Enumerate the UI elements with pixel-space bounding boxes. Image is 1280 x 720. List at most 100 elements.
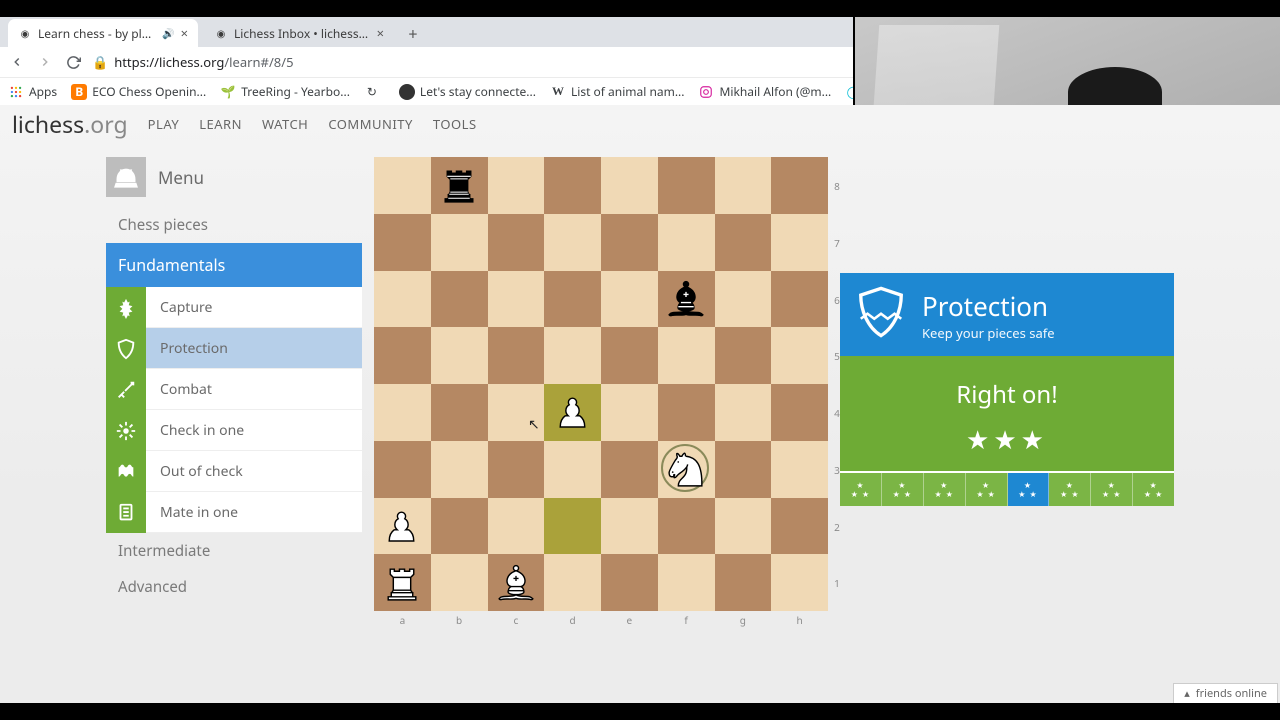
square-e3[interactable] — [601, 441, 658, 498]
nav-play[interactable]: PLAY — [148, 115, 180, 133]
square-d6[interactable] — [544, 271, 601, 328]
bookmark-item[interactable]: Let's stay connecte... — [399, 83, 536, 100]
square-e6[interactable] — [601, 271, 658, 328]
square-h2[interactable] — [771, 498, 828, 555]
progress-step-3[interactable]: ★★ ★ — [924, 473, 966, 506]
category-fundamentals[interactable]: Fundamentals — [106, 243, 362, 287]
square-d8[interactable] — [544, 157, 601, 214]
square-d3[interactable] — [544, 441, 601, 498]
square-g4[interactable] — [715, 384, 772, 441]
nav-community[interactable]: COMMUNITY — [328, 115, 413, 133]
audio-icon[interactable]: 🔊 — [162, 26, 174, 40]
progress-step-4[interactable]: ★★ ★ — [966, 473, 1008, 506]
nav-learn[interactable]: LEARN — [199, 115, 242, 133]
square-g8[interactable] — [715, 157, 772, 214]
square-a3[interactable] — [374, 441, 431, 498]
square-h3[interactable] — [771, 441, 828, 498]
square-g6[interactable] — [715, 271, 772, 328]
lesson-item-combat[interactable]: Combat — [106, 369, 362, 410]
square-f4[interactable] — [658, 384, 715, 441]
square-g2[interactable] — [715, 498, 772, 555]
square-c1[interactable] — [488, 554, 545, 611]
bookmark-item[interactable]: BECO Chess Openin... — [71, 83, 206, 100]
progress-step-7[interactable]: ★★ ★ — [1091, 473, 1133, 506]
lesson-item-mate-in-one[interactable]: Mate in one — [106, 492, 362, 533]
chessboard[interactable]: 87654321abcdefgh — [374, 157, 828, 611]
square-b1[interactable] — [431, 554, 488, 611]
friends-online[interactable]: ▴ friends online — [1173, 683, 1278, 703]
category-advanced[interactable]: Advanced — [106, 569, 362, 605]
square-g3[interactable] — [715, 441, 772, 498]
square-a4[interactable] — [374, 384, 431, 441]
apps-button[interactable]: Apps — [8, 83, 57, 100]
square-e5[interactable] — [601, 327, 658, 384]
square-h8[interactable] — [771, 157, 828, 214]
back-button[interactable] — [8, 53, 26, 71]
square-b7[interactable] — [431, 214, 488, 271]
square-c2[interactable] — [488, 498, 545, 555]
square-h6[interactable] — [771, 271, 828, 328]
progress-step-2[interactable]: ★★ ★ — [882, 473, 924, 506]
forward-button[interactable] — [36, 53, 54, 71]
square-b8[interactable] — [431, 157, 488, 214]
close-icon[interactable]: × — [181, 24, 188, 42]
square-f7[interactable] — [658, 214, 715, 271]
square-e8[interactable] — [601, 157, 658, 214]
square-c6[interactable] — [488, 271, 545, 328]
square-c7[interactable] — [488, 214, 545, 271]
square-h1[interactable] — [771, 554, 828, 611]
bookmark-item[interactable]: Mikhail Alfon (@m... — [698, 83, 831, 100]
square-f5[interactable] — [658, 327, 715, 384]
square-f8[interactable] — [658, 157, 715, 214]
new-tab-button[interactable]: + — [400, 21, 426, 47]
square-b3[interactable] — [431, 441, 488, 498]
bookmark-item[interactable]: 🌱TreeRing - Yearbo... — [220, 83, 350, 100]
square-a2[interactable] — [374, 498, 431, 555]
square-d4[interactable] — [544, 384, 601, 441]
lesson-item-out-of-check[interactable]: Out of check — [106, 451, 362, 492]
square-c3[interactable] — [488, 441, 545, 498]
square-c8[interactable] — [488, 157, 545, 214]
square-f1[interactable] — [658, 554, 715, 611]
brand-logo[interactable]: lichess.org — [12, 108, 128, 140]
square-h7[interactable] — [771, 214, 828, 271]
reload-button[interactable] — [64, 53, 82, 71]
square-d7[interactable] — [544, 214, 601, 271]
square-g5[interactable] — [715, 327, 772, 384]
square-g1[interactable] — [715, 554, 772, 611]
square-a6[interactable] — [374, 271, 431, 328]
square-b5[interactable] — [431, 327, 488, 384]
menu-header[interactable]: Menu — [106, 157, 362, 197]
progress-step-8[interactable]: ★★ ★ — [1133, 473, 1174, 506]
square-d1[interactable] — [544, 554, 601, 611]
bookmark-item[interactable]: ↻ — [364, 84, 385, 100]
square-h5[interactable] — [771, 327, 828, 384]
progress-step-1[interactable]: ★★ ★ — [840, 473, 882, 506]
square-h4[interactable] — [771, 384, 828, 441]
square-b2[interactable] — [431, 498, 488, 555]
square-c5[interactable] — [488, 327, 545, 384]
progress-step-5[interactable]: ★★ ★ — [1008, 473, 1050, 506]
square-a8[interactable] — [374, 157, 431, 214]
bookmark-item[interactable]: WList of animal nam... — [550, 83, 685, 100]
square-a7[interactable] — [374, 214, 431, 271]
browser-tab[interactable]: ◉ Lichess Inbox • lichess.org × — [204, 19, 394, 47]
square-e1[interactable] — [601, 554, 658, 611]
nav-tools[interactable]: TOOLS — [433, 115, 477, 133]
nav-watch[interactable]: WATCH — [262, 115, 308, 133]
square-b6[interactable] — [431, 271, 488, 328]
square-b4[interactable] — [431, 384, 488, 441]
square-f6[interactable] — [658, 271, 715, 328]
square-d5[interactable] — [544, 327, 601, 384]
square-d2[interactable] — [544, 498, 601, 555]
square-f2[interactable] — [658, 498, 715, 555]
category-intermediate[interactable]: Intermediate — [106, 533, 362, 569]
square-e2[interactable] — [601, 498, 658, 555]
lesson-item-check-in-one[interactable]: Check in one — [106, 410, 362, 451]
square-a5[interactable] — [374, 327, 431, 384]
square-a1[interactable] — [374, 554, 431, 611]
square-g7[interactable] — [715, 214, 772, 271]
category-chess-pieces[interactable]: Chess pieces — [106, 207, 362, 243]
square-e4[interactable] — [601, 384, 658, 441]
lesson-item-capture[interactable]: Capture — [106, 287, 362, 328]
